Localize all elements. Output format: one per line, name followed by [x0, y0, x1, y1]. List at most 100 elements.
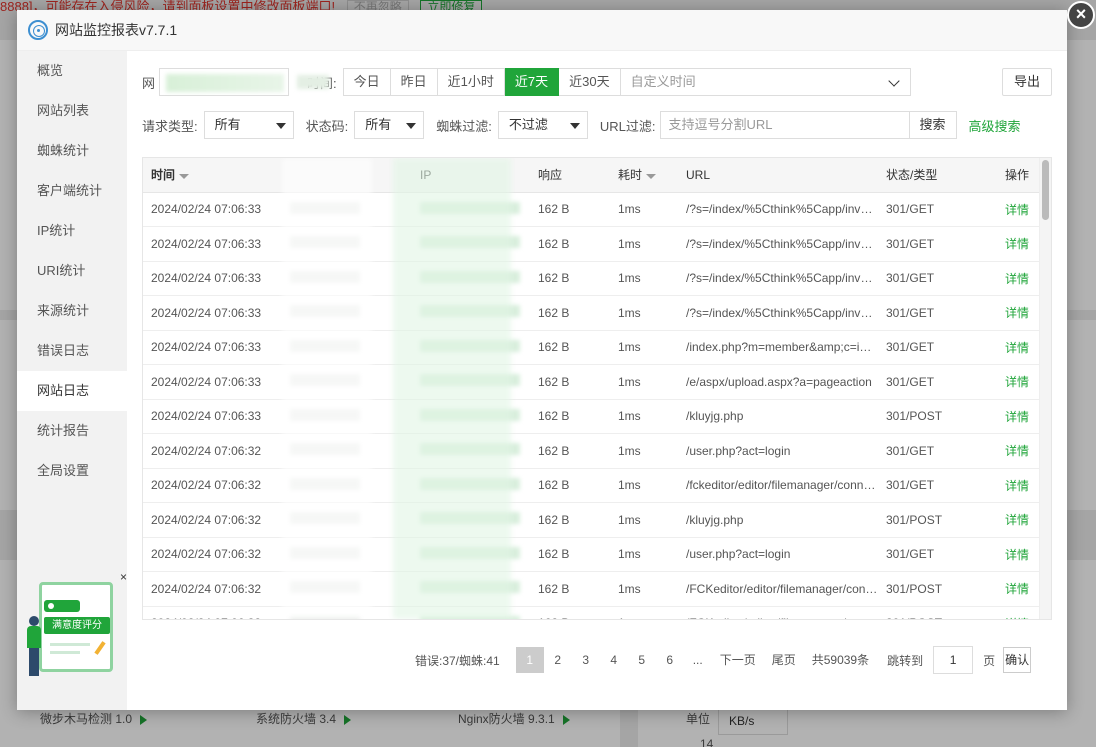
cell-cost: 1ms: [610, 295, 678, 331]
confirm-jump-button[interactable]: 确认: [1003, 647, 1032, 673]
column-header[interactable]: 耗时: [610, 158, 678, 193]
page-button[interactable]: 下一页: [712, 647, 764, 673]
column-header-label: URL: [686, 167, 711, 182]
export-button[interactable]: 导出: [1001, 68, 1052, 96]
page-button[interactable]: 6: [656, 647, 684, 673]
dialog-header: 网站监控报表v7.7.1: [17, 10, 1067, 51]
site-select[interactable]: [159, 68, 290, 96]
promo-bubble-icon: [44, 600, 80, 612]
page-button[interactable]: 尾页: [764, 647, 804, 673]
time-range-button[interactable]: 近7天: [504, 68, 560, 96]
person-legs: [29, 648, 39, 676]
column-header-label: 时间: [151, 168, 176, 183]
cell-time: 2024/02/24 07:06:33: [143, 364, 282, 400]
detail-link[interactable]: 详情: [993, 502, 1041, 538]
cell-url: /FCKeditor/editor/filemanager/connectors: [678, 571, 878, 607]
cell-status: 301/POST: [878, 571, 993, 607]
advanced-search-link[interactable]: 高级搜索: [969, 116, 1021, 135]
blurred-column: [282, 158, 372, 619]
detail-link[interactable]: 详情: [993, 192, 1041, 227]
sidebar-item[interactable]: 网站日志: [17, 371, 127, 411]
column-header-label: 响应: [538, 168, 563, 183]
cell-size: 162 B: [530, 295, 610, 331]
log-filter-row: 请求类型: 所有 状态码: 所有 蜘蛛过滤: 不过滤 URL过滤: 支持逗号分割…: [142, 111, 1052, 139]
detail-link[interactable]: 详情: [993, 468, 1041, 503]
page-button[interactable]: ...: [684, 647, 712, 673]
sidebar-item[interactable]: 来源统计: [17, 291, 127, 331]
table-header: 时间IP响应耗时URL状态/类型操作: [143, 158, 1041, 193]
jump-page-input[interactable]: 1: [933, 646, 974, 674]
sidebar-item[interactable]: URI统计: [17, 251, 127, 291]
spider-filter-select[interactable]: 不过滤: [497, 111, 588, 139]
caret-down-icon: [275, 123, 286, 129]
cell-cost: 1ms: [610, 468, 678, 503]
cell-time: 2024/02/24 07:06:32: [143, 502, 282, 538]
sidebar-item[interactable]: 全局设置: [17, 451, 127, 491]
detail-link[interactable]: 详情: [993, 330, 1041, 365]
time-range-button[interactable]: 近30天: [559, 68, 621, 96]
cell-cost: 1ms: [610, 261, 678, 296]
cell-cost: 1ms: [610, 571, 678, 607]
table-row: 2024/02/24 07:06:33 162 B 1ms/?s=/index/%5…: [143, 192, 1041, 227]
cell-size: 162 B: [530, 606, 610, 619]
detail-link[interactable]: 详情: [993, 364, 1041, 400]
table-row: 2024/02/24 07:06:33 162 B 1ms/e/aspx/uploa…: [143, 364, 1041, 400]
table-row: 2024/02/24 07:06:33 162 B 1ms/?s=/index/%5…: [143, 226, 1041, 262]
time-range-button[interactable]: 今日: [342, 68, 391, 96]
cell-size: 162 B: [530, 468, 610, 503]
column-header[interactable]: 时间: [143, 158, 282, 193]
custom-time-picker[interactable]: 自定义时间: [620, 68, 911, 96]
search-button[interactable]: 搜索: [909, 111, 957, 139]
detail-link[interactable]: 详情: [993, 571, 1041, 607]
cell-time: 2024/02/24 07:06:33: [143, 261, 282, 296]
cell-size: 162 B: [530, 537, 610, 572]
satisfaction-promo[interactable]: × 满意度评分: [25, 570, 127, 684]
page-button[interactable]: 5: [628, 647, 656, 673]
sidebar-item[interactable]: 错误日志: [17, 331, 127, 371]
cell-time: 2024/02/24 07:06:32: [143, 606, 282, 619]
sidebar-item[interactable]: IP统计: [17, 211, 127, 251]
detail-link[interactable]: 详情: [993, 226, 1041, 262]
promo-close-icon[interactable]: ×: [120, 570, 127, 584]
cell-time: 2024/02/24 07:06:32: [143, 537, 282, 572]
detail-link[interactable]: 详情: [993, 399, 1041, 434]
cell-cost: 1ms: [610, 606, 678, 619]
page-button[interactable]: 3: [572, 647, 600, 673]
promo-line: [50, 643, 90, 646]
table-row: 2024/02/24 07:06:33 162 B 1ms/?s=/index/%5…: [143, 261, 1041, 296]
sidebar-item[interactable]: 统计报告: [17, 411, 127, 451]
detail-link[interactable]: 详情: [993, 261, 1041, 296]
time-range-button[interactable]: 昨日: [390, 68, 438, 96]
cell-status: 301/GET: [878, 468, 993, 503]
cell-size: 162 B: [530, 192, 610, 227]
sidebar-item[interactable]: 网站列表: [17, 91, 127, 131]
detail-link[interactable]: 详情: [993, 537, 1041, 572]
time-filter-row: 网 时间: 今日昨日近1小时近7天近30天 自定义时间 导出: [142, 68, 1052, 96]
sidebar-item[interactable]: 概览: [17, 51, 127, 91]
column-header: 状态/类型: [878, 158, 993, 193]
column-header: URL: [678, 158, 878, 193]
time-range-group: 今日 昨日 近1小时 近7天 近30天: [342, 68, 621, 96]
site-label: 网: [142, 75, 156, 91]
person-body: [27, 626, 41, 648]
sort-icon[interactable]: [179, 173, 190, 179]
detail-link[interactable]: 详情: [993, 295, 1041, 331]
request-type-select[interactable]: 所有: [203, 111, 294, 139]
table-scrollbar[interactable]: [1039, 158, 1051, 619]
close-icon[interactable]: ×: [1067, 1, 1095, 29]
table-row: 2024/02/24 07:06:32 162 B 1ms/fckeditor/ed…: [143, 468, 1041, 503]
scroll-thumb[interactable]: [1042, 160, 1049, 220]
sidebar-item[interactable]: 客户端统计: [17, 171, 127, 211]
page-unit-label: 页: [983, 653, 996, 668]
time-range-button[interactable]: 近1小时: [437, 68, 505, 96]
detail-link[interactable]: 详情: [993, 433, 1041, 469]
page-button[interactable]: 4: [600, 647, 628, 673]
sort-icon[interactable]: [646, 173, 657, 179]
detail-link[interactable]: 详情: [993, 606, 1041, 619]
page-button[interactable]: 1: [515, 647, 544, 673]
page-button[interactable]: 2: [544, 647, 572, 673]
url-filter-input[interactable]: 支持逗号分割URL: [659, 111, 910, 139]
sidebar-item[interactable]: 蜘蛛统计: [17, 131, 127, 171]
status-code-select[interactable]: 所有: [354, 111, 425, 139]
caret-down-icon: [569, 123, 580, 129]
